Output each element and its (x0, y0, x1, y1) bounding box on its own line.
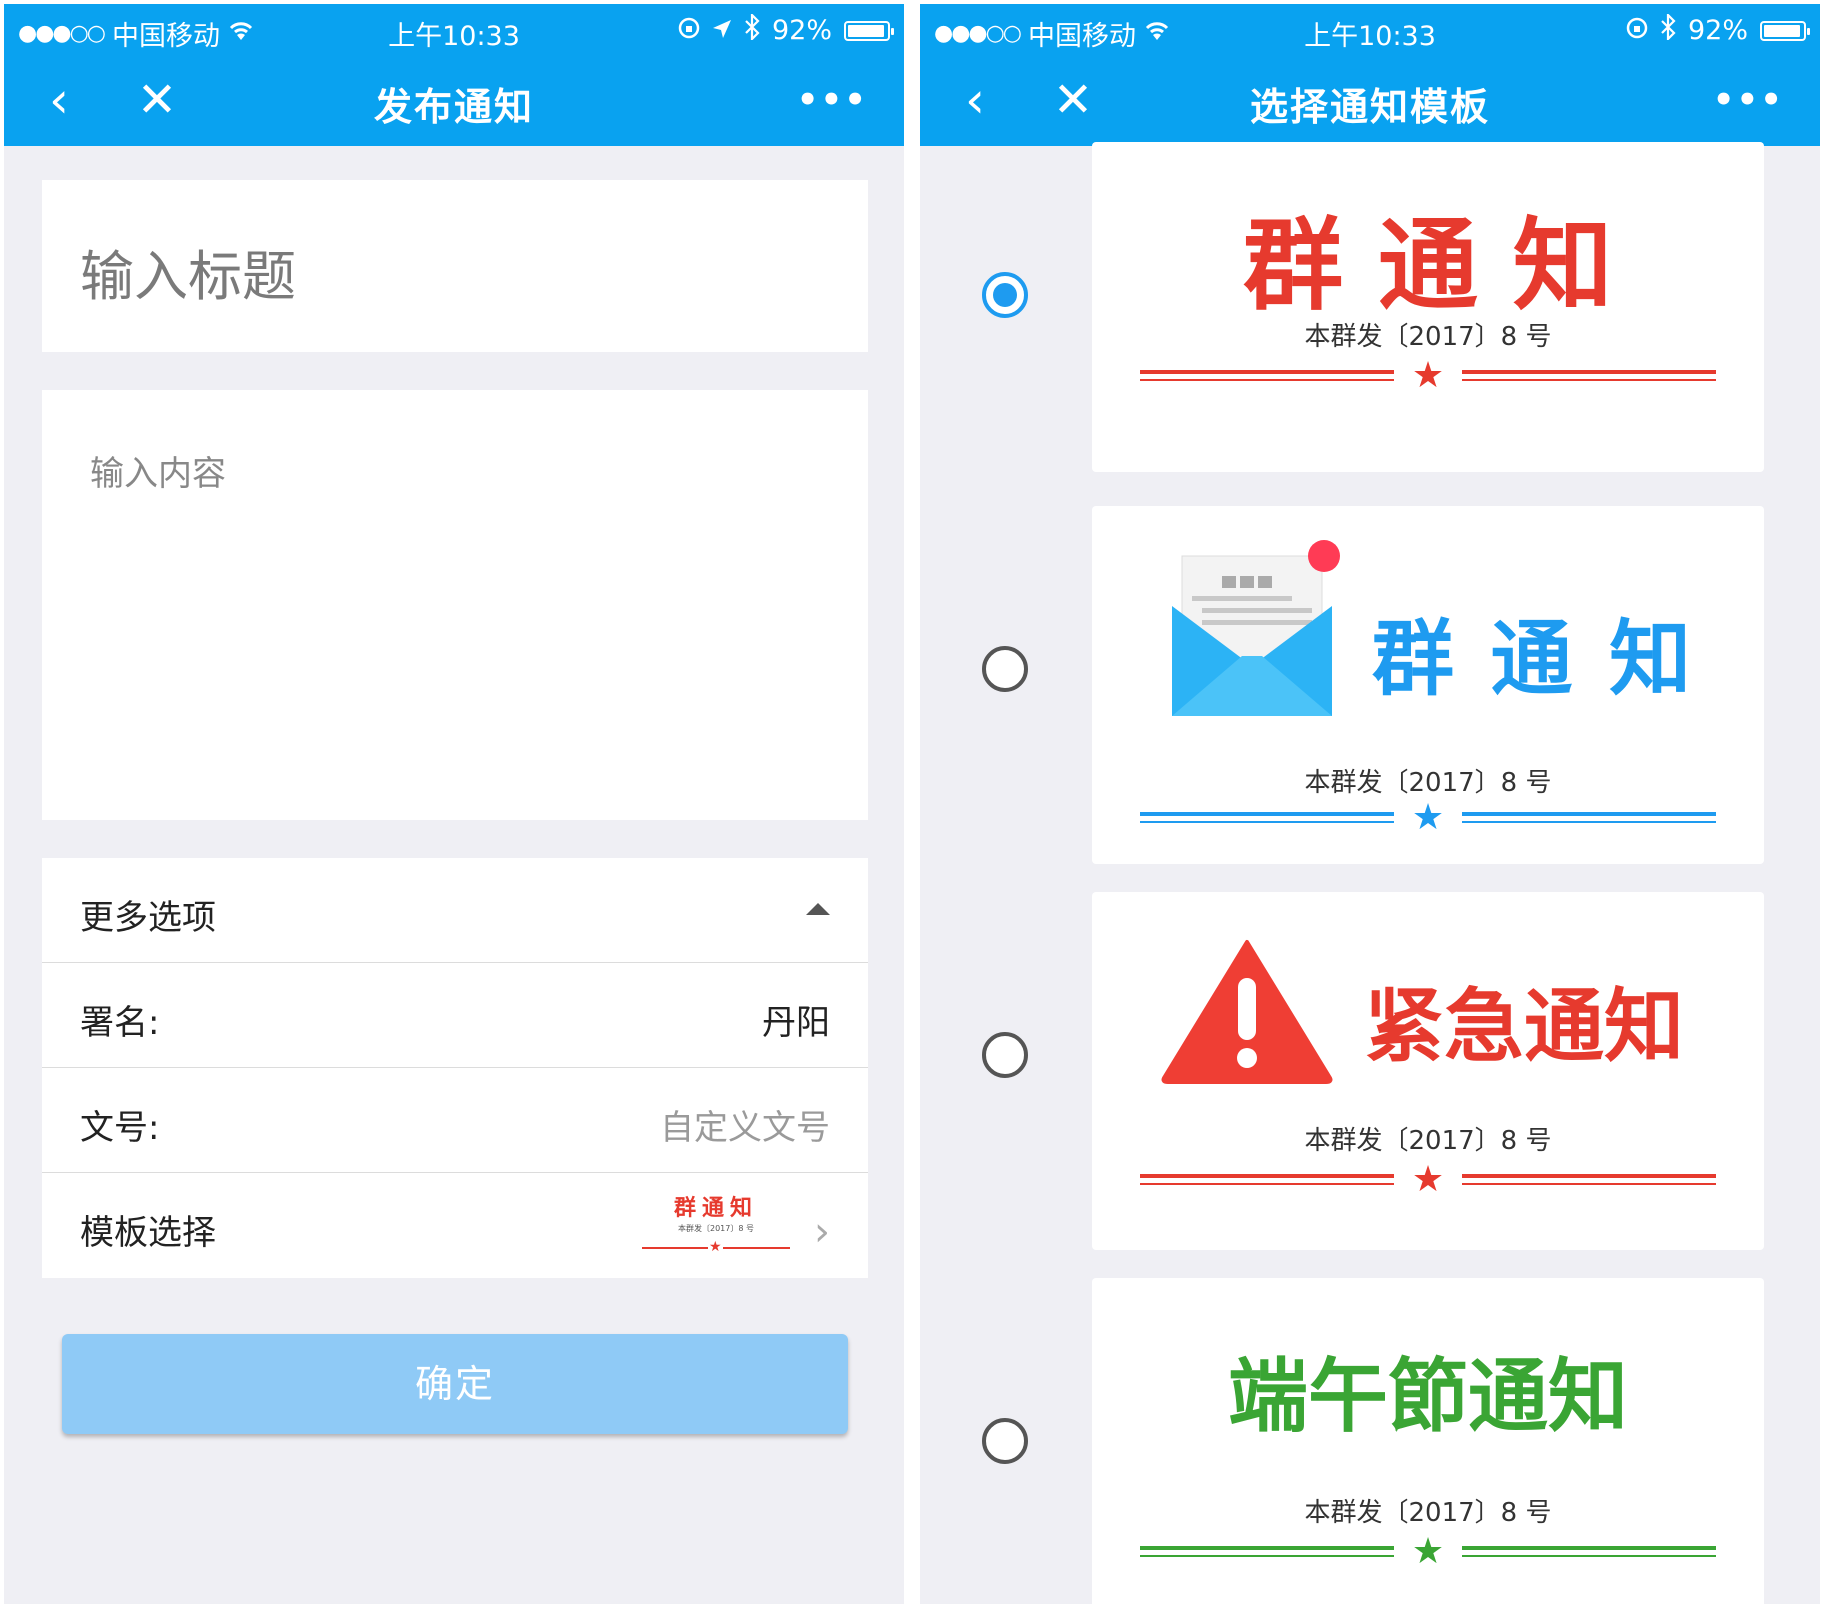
more-icon[interactable]: ••• (797, 70, 868, 130)
confirm-button[interactable]: 确定 (62, 1334, 848, 1434)
more-options-panel: 更多选项 署名: 丹阳 文号: 自定义文号 模板选择 群通知 本群发〔2017〕… (42, 858, 868, 1278)
star-icon: ★ (1411, 355, 1445, 396)
template-card[interactable]: 紧急通知 本群发〔2017〕8 号 ★ (1092, 892, 1764, 1250)
template-option-1[interactable]: 群 通 知 本群发〔2017〕8 号 ★ (920, 142, 1820, 482)
chevron-right-icon: › (814, 1209, 830, 1255)
template-sub: 本群发〔2017〕8 号 (1304, 1126, 1552, 1156)
signature-row[interactable]: 署名: 丹阳 (42, 963, 868, 1068)
page-title: 发布通知 (373, 85, 534, 129)
radio-selected[interactable] (982, 272, 1028, 318)
template-rule: ★ (1140, 798, 1716, 838)
star-icon: ★ (1411, 797, 1445, 838)
template-title: 紧急通知 (1364, 980, 1684, 1073)
status-bar: ●●●○○ 中国移动 上午10:33 92% (920, 4, 1820, 54)
template-card[interactable]: 端午節通知 本群发〔2017〕8 号 ★ (1092, 1278, 1764, 1604)
nav-bar: ‹ ✕ 发布通知 ••• (4, 54, 904, 146)
template-title: 群 通 知 (1372, 612, 1696, 707)
template-rule: ★ (1140, 1160, 1716, 1200)
template-select-row[interactable]: 模板选择 群通知 本群发〔2017〕8 号 ★ › (42, 1173, 868, 1278)
location-icon (712, 15, 732, 46)
template-title: 群 通 知 (1243, 207, 1613, 324)
template-select-label: 模板选择 (80, 1213, 216, 1253)
more-options-label: 更多选项 (80, 898, 216, 938)
signature-label: 署名: (80, 1003, 160, 1043)
select-template-screen: ●●●○○ 中国移动 上午10:33 92% ‹ ✕ 选择通知模板 ••• 群 … (920, 4, 1820, 1604)
template-preview-sub: 本群发〔2017〕8 号 (678, 1224, 754, 1233)
template-title: 端午節通知 (1228, 1349, 1628, 1443)
content-input[interactable]: 输入内容 (42, 390, 868, 820)
signature-value[interactable]: 丹阳 (762, 995, 830, 1044)
template-sub: 本群发〔2017〕8 号 (1304, 768, 1552, 798)
template-rule: ★ (1140, 356, 1716, 396)
title-input[interactable]: 输入标题 (42, 180, 868, 352)
template-option-2[interactable]: 群 通 知 本群发〔2017〕8 号 ★ (920, 506, 1820, 866)
status-bar: ●●●○○ 中国移动 上午10:33 92% (4, 4, 904, 54)
bluetooth-icon (744, 12, 760, 47)
battery-icon (1760, 20, 1810, 41)
docno-input[interactable]: 自定义文号 (660, 1100, 830, 1149)
docno-label: 文号: (80, 1108, 160, 1148)
caret-up-icon (806, 903, 830, 915)
template-card[interactable]: 群 通 知 本群发〔2017〕8 号 ★ (1092, 142, 1764, 472)
page-title: 选择通知模板 (1249, 85, 1490, 129)
rotation-lock-icon (1626, 15, 1648, 46)
rotation-lock-icon (678, 15, 700, 46)
radio-unselected[interactable] (982, 1418, 1028, 1464)
nav-bar: ‹ ✕ 选择通知模板 ••• (920, 54, 1820, 146)
publish-notice-screen: ●●●○○ 中国移动 上午10:33 92% ‹ ✕ 发布通知 ••• 输入标题… (4, 4, 904, 1604)
title-placeholder: 输入标题 (80, 245, 296, 308)
bluetooth-icon (1660, 12, 1676, 47)
more-icon[interactable]: ••• (1713, 70, 1784, 130)
template-list: 群 通 知 本群发〔2017〕8 号 ★ 群 通 知 本群发〔2017〕8 号 … (920, 142, 1820, 1604)
star-icon: ★ (708, 1239, 723, 1255)
template-sub: 本群发〔2017〕8 号 (1304, 1498, 1552, 1528)
warning-icon (1160, 938, 1334, 1088)
more-options-toggle[interactable]: 更多选项 (42, 858, 868, 963)
star-icon: ★ (1411, 1531, 1445, 1572)
radio-unselected[interactable] (982, 1032, 1028, 1078)
template-preview: 群通知 本群发〔2017〕8 号 ★ (642, 1195, 790, 1255)
star-icon: ★ (1411, 1159, 1445, 1200)
docno-row[interactable]: 文号: 自定义文号 (42, 1068, 868, 1173)
battery-percent: 92% (1687, 15, 1748, 46)
template-option-4[interactable]: 端午節通知 本群发〔2017〕8 号 ★ (920, 1278, 1820, 1604)
battery-percent: 92% (771, 15, 832, 46)
radio-unselected[interactable] (982, 646, 1028, 692)
template-rule: ★ (1140, 1532, 1716, 1572)
envelope-icon (1172, 536, 1342, 720)
battery-icon (844, 20, 894, 41)
template-card[interactable]: 群 通 知 本群发〔2017〕8 号 ★ (1092, 506, 1764, 864)
content-placeholder: 输入内容 (90, 454, 226, 494)
template-preview-title: 群通知 (673, 1196, 758, 1221)
template-option-3[interactable]: 紧急通知 本群发〔2017〕8 号 ★ (920, 892, 1820, 1252)
template-sub: 本群发〔2017〕8 号 (1304, 322, 1552, 352)
